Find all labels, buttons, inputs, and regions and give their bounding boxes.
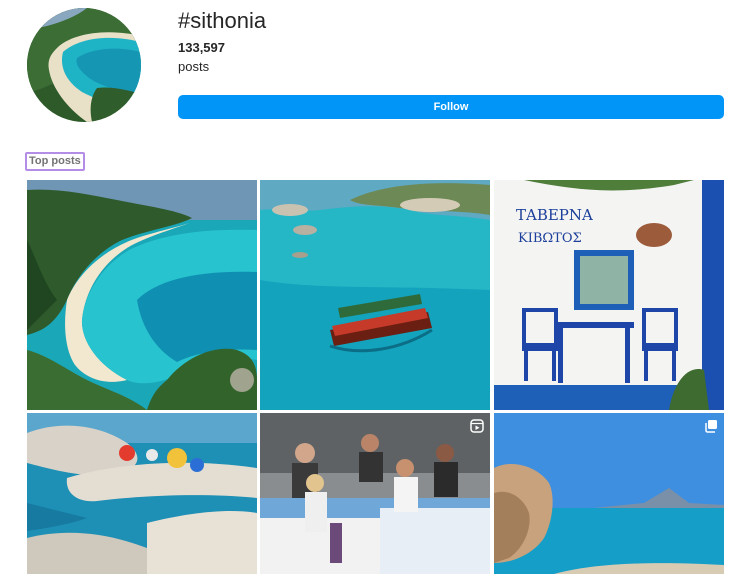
post-tile[interactable] — [260, 180, 490, 410]
top-posts-grid: ΤΑΒΕΡΝΑ ΚΙΒΩΤΟΣ — [27, 180, 724, 574]
carousel-icon — [705, 420, 717, 433]
post-image-restaurant — [260, 413, 490, 574]
post-tile[interactable] — [494, 413, 724, 574]
follow-button[interactable]: Follow — [178, 95, 724, 119]
post-tile[interactable] — [27, 413, 257, 574]
hashtag-title: #sithonia — [178, 8, 267, 33]
post-image-aerial-beach — [27, 180, 257, 410]
post-image-rocky-beach — [27, 413, 257, 574]
taverna-sign-line2: ΚΙΒΩΤΟΣ — [518, 231, 582, 246]
post-image-boat-bay — [260, 180, 490, 410]
hashtag-avatar — [27, 8, 141, 122]
post-tile[interactable] — [260, 413, 490, 574]
post-image-taverna: ΤΑΒΕΡΝΑ ΚΙΒΩΤΟΣ — [494, 180, 724, 410]
post-image-rock-sea — [494, 413, 724, 574]
top-posts-heading: Top posts — [25, 152, 85, 171]
post-count-label: posts — [178, 59, 210, 74]
reel-icon — [470, 419, 484, 433]
post-tile[interactable] — [27, 180, 257, 410]
hashtag-page: #sithonia 133,597 posts Follow Top posts — [0, 0, 750, 574]
post-count: 133,597 — [178, 40, 225, 55]
post-tile[interactable]: ΤΑΒΕΡΝΑ ΚΙΒΩΤΟΣ — [494, 180, 724, 410]
taverna-sign-line1: ΤΑΒΕΡΝΑ — [516, 206, 593, 224]
